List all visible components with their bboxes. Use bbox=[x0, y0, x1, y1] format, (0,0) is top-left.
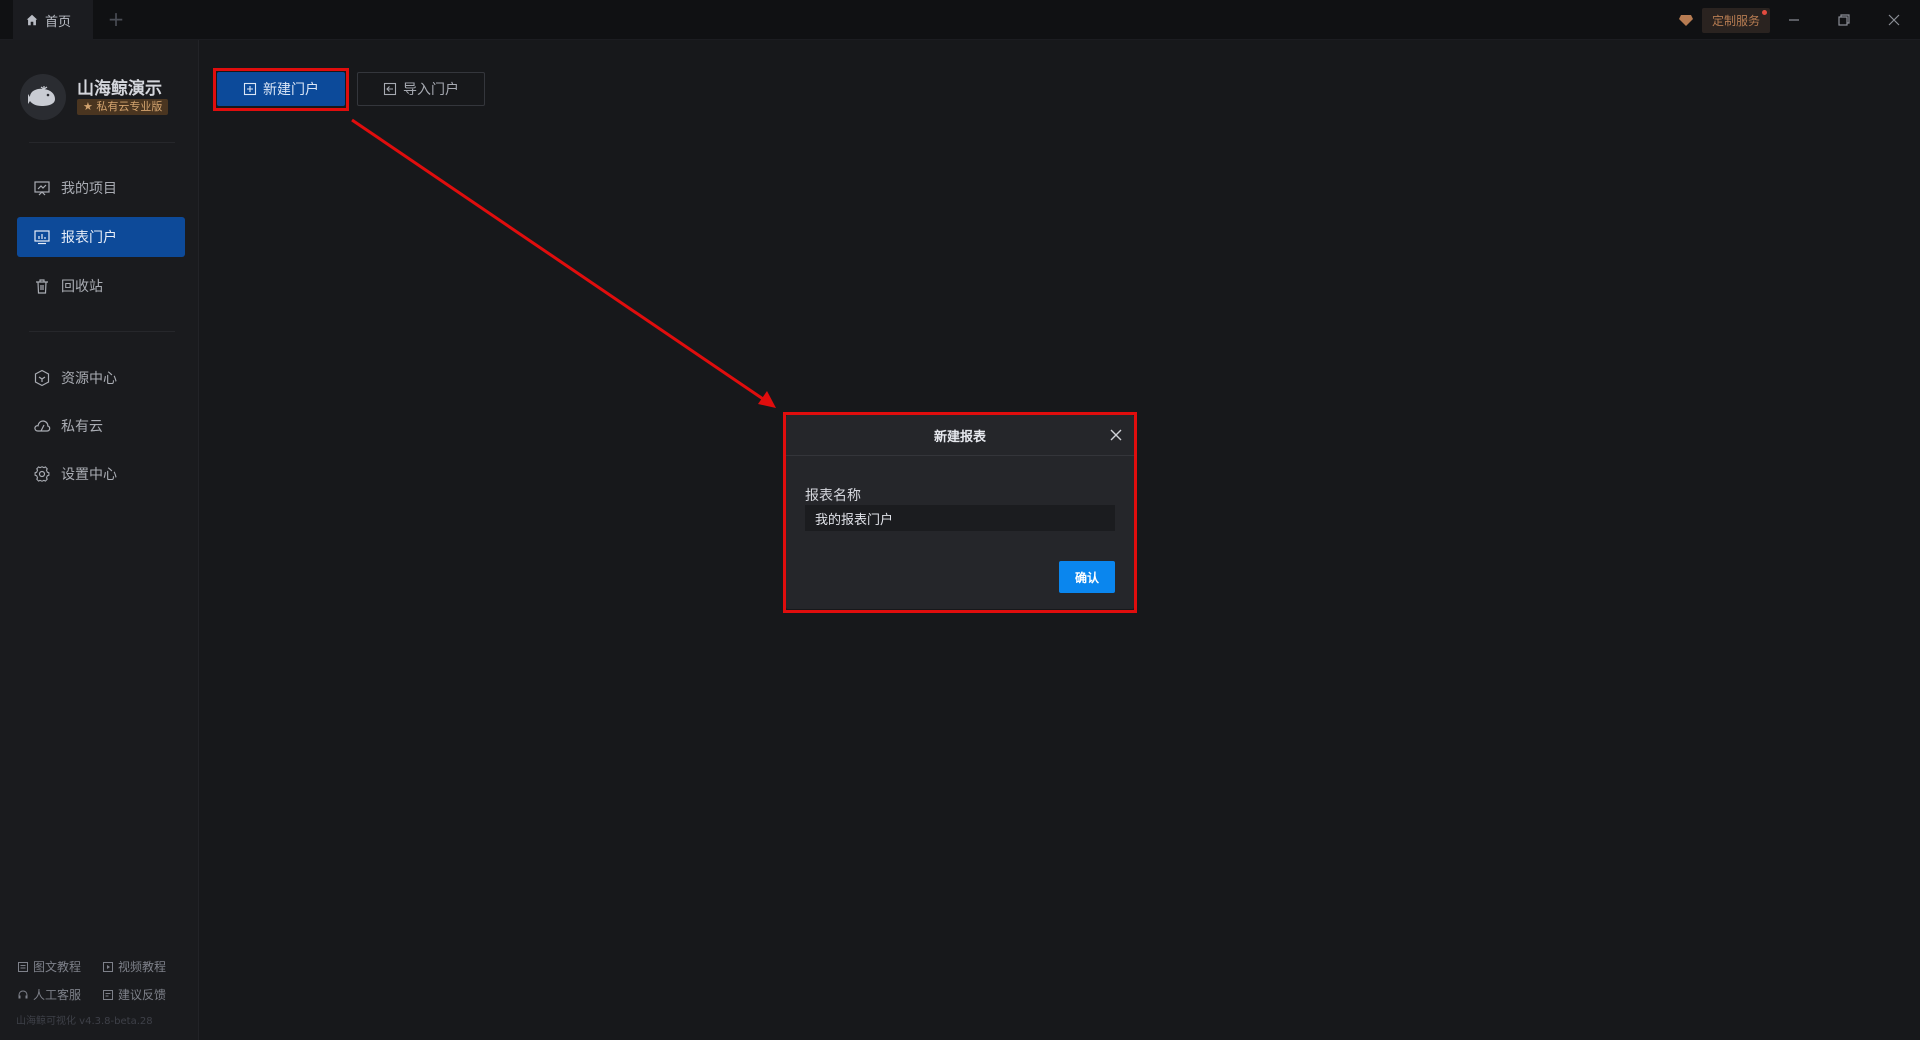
new-portal-label: 新建门户 bbox=[263, 82, 319, 98]
sidebar-item-report-portal[interactable]: 报表门户 bbox=[17, 217, 185, 257]
sidebar-item-label: 我的项目 bbox=[61, 181, 117, 197]
sidebar-item-label: 设置中心 bbox=[61, 467, 117, 483]
report-portal-icon bbox=[34, 230, 50, 245]
footer-link-customer-service[interactable]: 人工客服 bbox=[17, 986, 81, 1003]
sidebar-item-my-projects[interactable]: 我的项目 bbox=[17, 168, 185, 208]
brand-name: 山海鲸演示 bbox=[77, 79, 162, 99]
hexagon-icon bbox=[34, 369, 50, 387]
import-portal-label: 导入门户 bbox=[403, 82, 459, 98]
sidebar: 山海鲸演示 ★ 私有云专业版 我的项目 报表门户 回收站 资源中心 私有云 设置… bbox=[0, 40, 199, 1040]
footer-link-label: 视频教程 bbox=[118, 960, 167, 974]
avatar[interactable] bbox=[20, 74, 66, 120]
close-window-button[interactable] bbox=[1880, 8, 1908, 32]
restore-icon bbox=[1838, 14, 1850, 26]
sidebar-item-settings[interactable]: 设置中心 bbox=[17, 454, 185, 494]
custom-service: 定制服务 bbox=[1678, 7, 1771, 33]
sidebar-item-label: 报表门户 bbox=[61, 230, 117, 246]
add-tab-button[interactable]: + bbox=[104, 8, 128, 32]
report-name-input[interactable] bbox=[805, 505, 1115, 531]
report-name-label: 报表名称 bbox=[805, 488, 861, 504]
gear-icon bbox=[34, 466, 50, 482]
new-report-dialog: 新建报表 报表名称 确认 bbox=[786, 415, 1134, 609]
cloud-icon bbox=[34, 420, 51, 432]
footer-link-text-tutorial[interactable]: 图文教程 bbox=[17, 958, 81, 975]
diamond-icon bbox=[1679, 15, 1693, 26]
annotation-arrow-line bbox=[351, 118, 767, 403]
close-icon bbox=[1888, 14, 1900, 26]
confirm-label: 确认 bbox=[1074, 570, 1099, 585]
footer-link-label: 人工客服 bbox=[33, 988, 82, 1002]
footer-link-feedback[interactable]: 建议反馈 bbox=[102, 986, 166, 1003]
sidebar-item-label: 私有云 bbox=[61, 419, 103, 435]
sidebar-item-resource-center[interactable]: 资源中心 bbox=[17, 358, 185, 398]
tab-home-label: 首页 bbox=[45, 14, 72, 30]
doc-icon bbox=[18, 961, 28, 972]
annotation-arrow-head bbox=[758, 391, 776, 408]
title-bar: 首页 + 定制服务 bbox=[0, 0, 1920, 40]
headset-icon bbox=[18, 989, 28, 998]
minimize-button[interactable] bbox=[1780, 8, 1808, 32]
home-icon bbox=[26, 14, 38, 26]
footer-link-label: 图文教程 bbox=[33, 960, 82, 974]
sidebar-item-label: 回收站 bbox=[61, 279, 103, 295]
trash-icon bbox=[36, 279, 48, 294]
sidebar-divider bbox=[29, 331, 175, 332]
dialog-header: 新建报表 bbox=[786, 415, 1134, 456]
chart-board-icon bbox=[34, 181, 50, 196]
custom-service-button[interactable]: 定制服务 bbox=[1702, 7, 1771, 33]
dialog-title: 新建报表 bbox=[933, 429, 986, 445]
footer-link-label: 建议反馈 bbox=[118, 988, 167, 1002]
version-text: 山海鲸可视化 v4.3.8-beta.28 bbox=[16, 1016, 153, 1027]
sidebar-item-private-cloud[interactable]: 私有云 bbox=[17, 406, 185, 446]
custom-service-label: 定制服务 bbox=[1712, 13, 1761, 28]
sidebar-item-label: 资源中心 bbox=[61, 371, 117, 387]
video-icon bbox=[103, 961, 113, 972]
import-icon bbox=[383, 82, 397, 96]
new-portal-button[interactable]: 新建门户 bbox=[217, 72, 345, 106]
tab-home[interactable]: 首页 bbox=[13, 0, 93, 40]
edition-badge: ★ 私有云专业版 bbox=[77, 99, 169, 115]
sidebar-item-recycle-bin[interactable]: 回收站 bbox=[17, 266, 185, 306]
confirm-button[interactable]: 确认 bbox=[1059, 561, 1115, 593]
minimize-icon bbox=[1789, 19, 1799, 21]
feedback-icon bbox=[103, 989, 113, 1000]
plus-square-icon bbox=[243, 82, 257, 96]
restore-button[interactable] bbox=[1830, 8, 1858, 32]
sidebar-divider bbox=[29, 142, 175, 143]
footer-link-video-tutorial[interactable]: 视频教程 bbox=[102, 958, 166, 975]
close-icon[interactable] bbox=[1108, 427, 1124, 443]
whale-logo-icon bbox=[28, 86, 55, 106]
notification-dot bbox=[1762, 9, 1768, 15]
import-portal-button[interactable]: 导入门户 bbox=[357, 72, 485, 106]
